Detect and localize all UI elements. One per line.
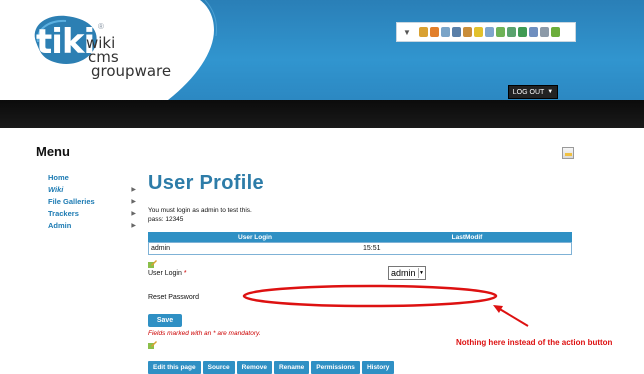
sidebar-item-home[interactable]: Home (48, 172, 136, 184)
table-cell-user-login: admin (151, 245, 171, 252)
annotation-arrow-head (493, 305, 503, 313)
notice-line: pass: 12345 (148, 216, 184, 223)
sidebar-item-wiki[interactable]: Wiki ▶ (48, 184, 136, 196)
window-icon[interactable] (484, 27, 494, 37)
logout-button[interactable]: LOG OUT ▼ (508, 85, 558, 99)
wrench-icon[interactable] (418, 27, 428, 37)
top-nav-bar (0, 100, 644, 128)
list-icon[interactable] (539, 27, 549, 37)
logo-wordmark: wiki cms groupware (86, 36, 172, 80)
sidebar-item-file-galleries[interactable]: File Galleries ▶ (48, 196, 136, 208)
sidebar-menu-title: Menu (36, 144, 70, 159)
notice-line: You must login as admin to test this. (148, 207, 252, 214)
history-button[interactable]: History (361, 361, 395, 374)
user-login-label: User Login * (148, 270, 187, 277)
star-icon[interactable] (517, 27, 527, 37)
user-login-select[interactable]: admin ▼ (388, 266, 426, 280)
tiki-logo[interactable]: tiki ® wiki cms groupware (28, 8, 188, 96)
annotation-text: Nothing here instead of the action butto… (456, 338, 613, 347)
column-header-user-login[interactable]: User Login (148, 234, 362, 241)
sidebar-item-label: Admin (48, 221, 72, 230)
column-header-lastmodif[interactable]: LastModif (362, 234, 572, 241)
sidebar-item-label: File Galleries (48, 197, 95, 206)
site-header: tiki ® wiki cms groupware ▼ LOG OUT ▼ (0, 0, 644, 100)
modules-icon[interactable] (506, 27, 516, 37)
document-icon[interactable] (528, 27, 538, 37)
permissions-button[interactable]: Permissions (311, 361, 360, 374)
admin-toolbar: ▼ (396, 22, 576, 42)
users-icon[interactable] (462, 27, 472, 37)
annotation-ellipse (242, 284, 498, 308)
registered-mark: ® (98, 22, 104, 31)
sidebar-item-trackers[interactable]: Trackers ▶ (48, 208, 136, 220)
chevron-down-icon: ▼ (547, 89, 554, 95)
annotation-arrow-line (497, 307, 529, 327)
user-login-label-text: User Login (148, 270, 182, 277)
source-button[interactable]: Source (202, 361, 235, 374)
table-cell-lastmodif: 15:51 (363, 245, 381, 252)
chevron-down-icon: ▼ (417, 268, 424, 278)
page-icon[interactable] (562, 147, 574, 159)
edit-icon[interactable] (148, 340, 157, 349)
edit-page-button[interactable]: Edit this page (148, 361, 201, 374)
login-notice: You must login as admin to test this. pa… (148, 206, 252, 224)
logo-line-groupware: groupware (91, 62, 172, 80)
toolbar-dropdown-arrow[interactable]: ▼ (403, 28, 411, 37)
sidebar-item-admin[interactable]: Admin ▶ (48, 220, 136, 232)
chevron-right-icon: ▶ (131, 187, 136, 193)
chevron-right-icon: ▶ (131, 199, 136, 205)
logout-label: LOG OUT (512, 88, 545, 96)
home-icon[interactable] (429, 27, 439, 37)
tracker-items-table: User Login LastModif admin 15:51 (148, 232, 572, 255)
sidebar-item-label: Trackers (48, 209, 79, 218)
plugin-icon[interactable] (495, 27, 505, 37)
required-marker: * (183, 270, 187, 277)
sidebar-item-label: Home (48, 173, 69, 182)
user-login-select-value: admin (391, 268, 416, 278)
reset-password-label: Reset Password (148, 294, 199, 301)
key-icon[interactable] (473, 27, 483, 37)
pencil-icon[interactable] (440, 27, 450, 37)
save-button[interactable]: Save (148, 314, 182, 327)
edit-icon[interactable] (148, 259, 157, 268)
chevron-right-icon: ▶ (131, 211, 136, 217)
user-icon[interactable] (451, 27, 461, 37)
page-title: User Profile (148, 172, 264, 194)
table-header-row: User Login LastModif (148, 232, 572, 242)
table-row[interactable]: admin 15:51 (148, 242, 572, 255)
mandatory-fields-note: Fields marked with an * are mandatory. (148, 330, 261, 337)
gear-icon[interactable] (550, 27, 560, 37)
page-action-bar: Edit this page Source Remove Rename Perm… (148, 361, 395, 374)
sidebar-item-label: Wiki (48, 185, 64, 194)
sidebar-menu: Home Wiki ▶ File Galleries ▶ Trackers ▶ … (48, 172, 136, 232)
rename-button[interactable]: Rename (273, 361, 310, 374)
chevron-right-icon: ▶ (131, 223, 136, 229)
remove-button[interactable]: Remove (236, 361, 272, 374)
